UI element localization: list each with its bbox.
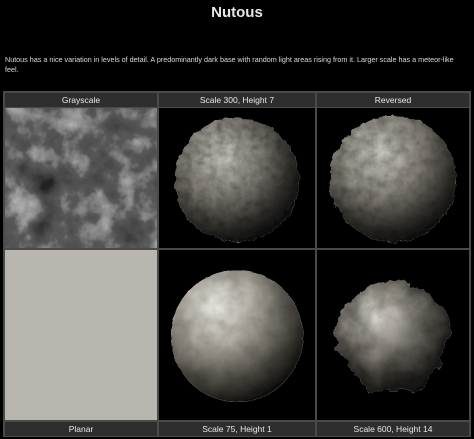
sphere-reversed-image bbox=[317, 108, 469, 248]
label-reversed: Reversed bbox=[317, 93, 469, 107]
page-title: Nutous bbox=[211, 4, 263, 21]
label-scale-300-height-7: Scale 300, Height 7 bbox=[159, 93, 315, 107]
label-scale-600-height-14: Scale 600, Height 14 bbox=[317, 422, 469, 436]
label-planar: Planar bbox=[5, 422, 157, 436]
texture-preview-grid: Grayscale Scale 300, Height 7 Reversed P… bbox=[3, 91, 471, 437]
page-description: Nutous has a nice variation in levels of… bbox=[5, 55, 454, 74]
sphere-scale-600-height-14-image bbox=[317, 250, 469, 420]
sphere-scale-75-height-1-image bbox=[159, 250, 315, 420]
planar-texture-image bbox=[5, 250, 157, 420]
grayscale-texture-image bbox=[5, 108, 157, 248]
label-scale-75-height-1: Scale 75, Height 1 bbox=[159, 422, 315, 436]
label-grayscale: Grayscale bbox=[5, 93, 157, 107]
sphere-scale-300-height-7-image bbox=[159, 108, 315, 248]
